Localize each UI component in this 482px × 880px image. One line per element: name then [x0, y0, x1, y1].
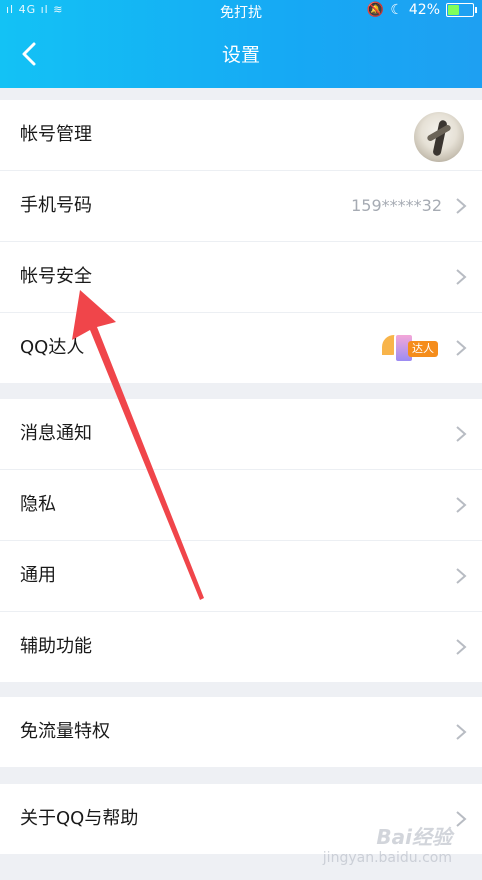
bell-muted-icon: 🔕 [366, 2, 385, 18]
item-label: 手机号码 [20, 195, 92, 216]
watermark: Bai经验 jingyan.baidu.com [323, 821, 452, 866]
settings-item-accessibility[interactable]: 辅助功能 [0, 612, 482, 682]
settings-item-account-security[interactable]: 帐号安全 [0, 242, 482, 313]
page-title: 设置 [221, 44, 260, 66]
settings-item-general[interactable]: 通用 [0, 541, 482, 612]
chevron-right-icon [454, 810, 468, 828]
item-label: QQ达人 [20, 337, 85, 358]
chevron-right-icon [454, 638, 468, 656]
settings-item-notifications[interactable]: 消息通知 [0, 399, 482, 470]
chevron-right-icon [454, 339, 468, 357]
watermark-logo: Bai经验 [376, 825, 452, 849]
battery-icon [446, 3, 477, 17]
expert-badge-icon: 达人 [382, 331, 442, 365]
item-label: 隐私 [20, 494, 56, 515]
chevron-right-icon [454, 197, 468, 215]
chevron-right-icon [454, 723, 468, 741]
status-right: 🔕 ☾ 42% [366, 2, 477, 18]
settings-item-account-management[interactable]: 帐号管理 [0, 100, 482, 171]
status-bar: ıl 4G ıl ≋ 免打扰 🔕 ☾ 42% [0, 0, 482, 22]
battery-percent: 42% [408, 2, 440, 18]
item-label: 关于QQ与帮助 [20, 808, 139, 829]
watermark-url: jingyan.baidu.com [322, 850, 452, 866]
phone-number-value: 159*****32 [351, 196, 442, 215]
item-label: 消息通知 [20, 423, 92, 444]
moon-icon: ☾ [390, 2, 403, 18]
settings-item-phone-number[interactable]: 手机号码 159*****32 [0, 171, 482, 242]
chevron-right-icon [454, 567, 468, 585]
settings-item-privacy[interactable]: 隐私 [0, 470, 482, 541]
settings-item-qq-expert[interactable]: QQ达人 达人 [0, 313, 482, 383]
chevron-right-icon [454, 268, 468, 286]
section-data-privilege: 免流量特权 [0, 697, 482, 767]
title-bar: ıl 4G ıl ≋ 免打扰 🔕 ☾ 42% 设置 [0, 0, 482, 88]
item-label: 免流量特权 [20, 721, 110, 742]
item-label: 辅助功能 [20, 636, 92, 657]
battery-fill [448, 5, 459, 15]
item-label: 帐号安全 [20, 266, 92, 287]
avatar [414, 112, 464, 162]
chevron-right-icon [454, 496, 468, 514]
item-label: 帐号管理 [20, 124, 92, 145]
section-account: 帐号管理 手机号码 159*****32 帐号安全 QQ达人 达人 [0, 100, 482, 383]
item-label: 通用 [20, 565, 56, 586]
chevron-right-icon [454, 425, 468, 443]
settings-item-free-data[interactable]: 免流量特权 [0, 697, 482, 767]
expert-badge-text: 达人 [408, 341, 438, 357]
section-general: 消息通知 隐私 通用 辅助功能 [0, 399, 482, 682]
